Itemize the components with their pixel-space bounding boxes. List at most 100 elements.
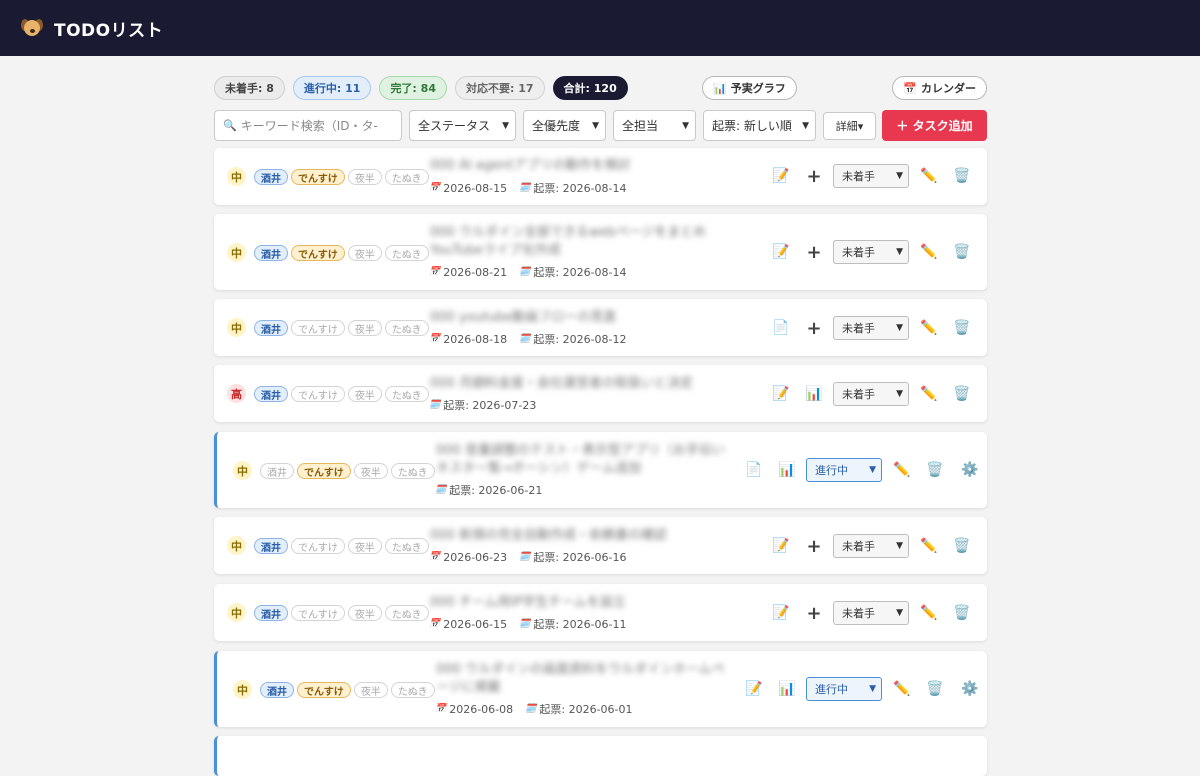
pencil-icon[interactable]: ✏️ (892, 460, 912, 480)
memo-icon[interactable]: 📝 (771, 603, 791, 623)
assignee-tag[interactable]: でんすけ (291, 605, 345, 621)
pencil-icon[interactable]: ✏️ (919, 166, 939, 186)
task-card[interactable]: 中酒井 でんすけ 夜半 たぬき 000 ウルダインの画面資料をウルダインホームページに掲… (214, 651, 987, 727)
task-title[interactable]: 000 音量調整のテスト・表示型アプリ（お手伝いネスタ一覧→ボーシン）ゲーム追加 (436, 442, 736, 478)
status-select[interactable]: 未着手 ▼ (833, 316, 909, 340)
task-title[interactable]: 000 AI agentアプリの動作を検討 (430, 157, 730, 175)
assignee-tag[interactable]: たぬき (384, 386, 429, 402)
trash-icon[interactable]: 🗑️ (952, 166, 972, 186)
add-task-button[interactable]: ＋ タスク追加 (882, 110, 987, 141)
stat-pill-total[interactable]: 合計: 120 (552, 76, 628, 100)
status-filter-select[interactable]: 全ステータス ▼ (409, 110, 516, 141)
add-subtask-icon[interactable]: + (804, 318, 824, 339)
status-select[interactable]: 進行中 ▼ (806, 677, 882, 701)
assignee-tag[interactable]: 酒井 (260, 463, 294, 479)
priority-filter-select[interactable]: 全優先度 ▼ (523, 110, 606, 141)
assignee-tag[interactable]: 夜半 (353, 463, 388, 479)
task-card[interactable]: 中酒井 でんすけ 夜半 たぬき 000 AI agentアプリの動作を検討 📅 2026-0… (214, 148, 987, 205)
task-card-partial[interactable] (214, 736, 987, 776)
pencil-icon[interactable]: ✏️ (892, 679, 912, 699)
assignee-tag[interactable]: たぬき (384, 538, 429, 554)
assignee-tag[interactable]: 夜半 (347, 605, 382, 621)
assignee-tag[interactable]: 夜半 (347, 245, 382, 261)
task-card[interactable]: 中酒井 でんすけ 夜半 たぬき 000 新規の完全自動作成・依頼書の確認 📅 2026-06… (214, 517, 987, 574)
add-subtask-icon[interactable]: + (804, 603, 824, 624)
pencil-icon[interactable]: ✏️ (919, 242, 939, 262)
trash-icon[interactable]: 🗑️ (952, 318, 972, 338)
stat-pill-inprogress[interactable]: 進行中: 11 (292, 76, 372, 100)
assignee-tag[interactable]: たぬき (390, 682, 435, 698)
detail-button[interactable]: 詳細▾ (823, 112, 876, 140)
task-title[interactable]: 000 月額料金度・会社運営者の取扱いと決定 (430, 375, 730, 393)
trash-icon[interactable]: 🗑️ (952, 384, 972, 404)
gear-icon[interactable]: ⚙️ (960, 679, 980, 699)
assignee-tag[interactable]: でんすけ (297, 682, 351, 698)
status-select[interactable]: 進行中 ▼ (806, 458, 882, 482)
assignee-tag[interactable]: たぬき (390, 463, 435, 479)
stat-pill-done[interactable]: 完了: 84 (379, 76, 447, 100)
assignee-tag[interactable]: でんすけ (291, 538, 345, 554)
status-select[interactable]: 未着手 ▼ (833, 601, 909, 625)
assignee-tag[interactable]: 酒井 (254, 320, 288, 336)
sort-select[interactable]: 起票: 新しい順 ▼ (703, 110, 816, 141)
assignee-tag[interactable]: でんすけ (291, 320, 345, 336)
document-icon[interactable]: 📄 (744, 460, 764, 480)
task-card[interactable]: 中酒井 でんすけ 夜半 たぬき 000 音量調整のテスト・表示型アプリ（お手伝いネスタ一… (214, 432, 987, 508)
pencil-icon[interactable]: ✏️ (919, 318, 939, 338)
bar-chart-icon[interactable]: 📊 (777, 460, 797, 480)
assignee-tag[interactable]: 夜半 (347, 386, 382, 402)
assignee-tag[interactable]: 酒井 (254, 386, 288, 402)
task-title[interactable]: 000 youtube動画フローの見直 (430, 309, 730, 327)
stat-pill-na[interactable]: 対応不要: 17 (454, 76, 545, 100)
trash-icon[interactable]: 🗑️ (952, 242, 972, 262)
trash-icon[interactable]: 🗑️ (925, 460, 945, 480)
assignee-tag[interactable]: でんすけ (291, 169, 345, 185)
stat-pill-notstarted[interactable]: 未着手: 8 (214, 76, 285, 100)
task-card[interactable]: 中酒井 でんすけ 夜半 たぬき 000 ウルダイン全部できるwebページをまとめYouT… (214, 214, 987, 290)
task-title[interactable]: 000 新規の完全自動作成・依頼書の確認 (430, 527, 730, 545)
pencil-icon[interactable]: ✏️ (919, 603, 939, 623)
assignee-tag[interactable]: でんすけ (291, 386, 345, 402)
search-input[interactable]: 🔍 キーワード検索（ID・タ‐ (214, 110, 402, 141)
memo-icon[interactable]: 📝 (771, 242, 791, 262)
bar-chart-icon[interactable]: 📊 (777, 679, 797, 699)
assignee-tag[interactable]: たぬき (384, 605, 429, 621)
task-title[interactable]: 000 ウルダインの画面資料をウルダインホームページに掲載 (436, 661, 736, 697)
assignee-tag[interactable]: でんすけ (297, 463, 351, 479)
task-card[interactable]: 中酒井 でんすけ 夜半 たぬき 000 チーム用IP学生チームを設立 📅 2026-06-1… (214, 584, 987, 641)
assignee-tag[interactable]: 酒井 (254, 538, 288, 554)
status-select[interactable]: 未着手 ▼ (833, 382, 909, 406)
graph-button[interactable]: 📊 予実グラフ (702, 76, 797, 100)
assignee-tag[interactable]: たぬき (384, 245, 429, 261)
add-subtask-icon[interactable]: + (804, 242, 824, 263)
assignee-tag[interactable]: たぬき (384, 169, 429, 185)
assignee-tag[interactable]: 酒井 (254, 245, 288, 261)
add-subtask-icon[interactable]: + (804, 166, 824, 187)
assignee-tag[interactable]: 酒井 (254, 169, 288, 185)
assignee-tag[interactable]: 夜半 (353, 682, 388, 698)
calendar-button[interactable]: 📅 カレンダー (892, 76, 987, 100)
task-title[interactable]: 000 ウルダイン全部できるwebページをまとめYouTubeライブ化作成 (430, 224, 730, 260)
pencil-icon[interactable]: ✏️ (919, 536, 939, 556)
status-select[interactable]: 未着手 ▼ (833, 240, 909, 264)
trash-icon[interactable]: 🗑️ (925, 679, 945, 699)
assignee-tag[interactable]: 夜半 (347, 169, 382, 185)
memo-icon[interactable]: 📝 (744, 679, 764, 699)
task-card[interactable]: 高酒井 でんすけ 夜半 たぬき 000 月額料金度・会社運営者の取扱いと決定 🗓️ 起票: … (214, 365, 987, 422)
assignee-tag[interactable]: でんすけ (291, 245, 345, 261)
task-title[interactable]: 000 チーム用IP学生チームを設立 (430, 594, 730, 612)
task-card[interactable]: 中酒井 でんすけ 夜半 たぬき 000 youtube動画フローの見直 📅 2026-08-… (214, 299, 987, 356)
pencil-icon[interactable]: ✏️ (919, 384, 939, 404)
memo-icon[interactable]: 📝 (771, 166, 791, 186)
bar-chart-icon[interactable]: 📊 (804, 384, 824, 404)
assignee-tag[interactable]: 酒井 (254, 605, 288, 621)
status-select[interactable]: 未着手 ▼ (833, 164, 909, 188)
gear-icon[interactable]: ⚙️ (960, 460, 980, 480)
add-subtask-icon[interactable]: + (804, 536, 824, 557)
assignee-tag[interactable]: たぬき (384, 320, 429, 336)
trash-icon[interactable]: 🗑️ (952, 603, 972, 623)
trash-icon[interactable]: 🗑️ (952, 536, 972, 556)
memo-icon[interactable]: 📝 (771, 384, 791, 404)
document-icon[interactable]: 📄 (771, 318, 791, 338)
assignee-filter-select[interactable]: 全担当 ▼ (613, 110, 696, 141)
